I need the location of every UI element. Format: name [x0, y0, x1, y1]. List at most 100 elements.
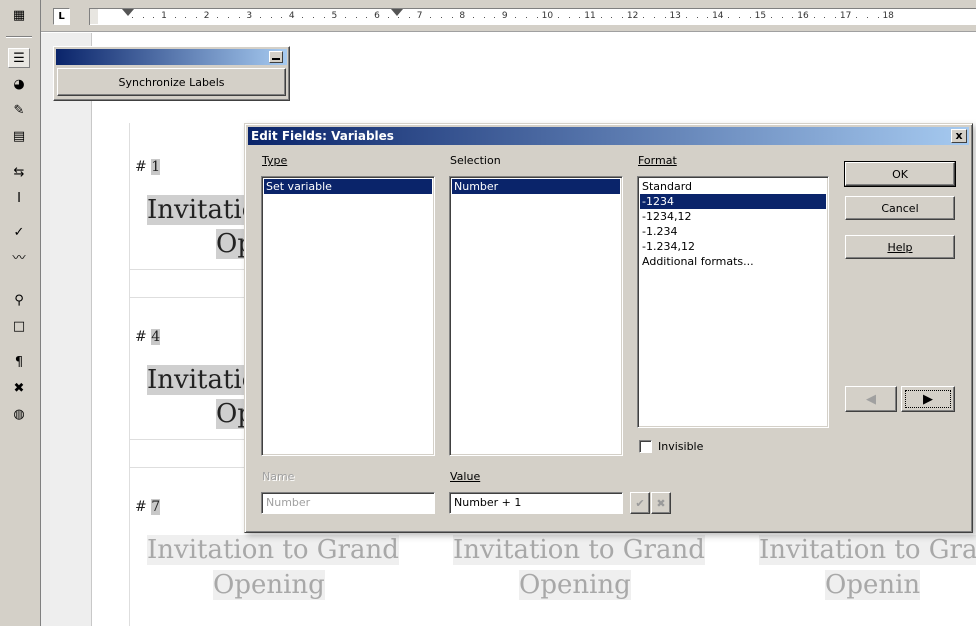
list-item[interactable]: Set variable [264, 179, 432, 194]
text-cursor-icon-2[interactable]: Ⅰ [8, 188, 30, 208]
ruler-tick [621, 17, 623, 18]
ruler-tick [515, 17, 517, 18]
list-item[interactable]: Standard [640, 179, 826, 194]
ruler-tick [685, 17, 687, 18]
list-item[interactable]: Additional formats... [640, 254, 826, 269]
faded-label-line1: Invitation to Grand [453, 535, 705, 565]
find-replace-icon[interactable]: ⚲ [8, 290, 30, 310]
ruler-tick [185, 17, 187, 18]
ruler-number: 3 [246, 11, 253, 21]
ruler-tick [440, 17, 442, 18]
list-item[interactable]: -1234 [640, 194, 826, 209]
ruler-tick [323, 17, 325, 18]
online-layout-icon[interactable]: □ [8, 316, 30, 336]
ruler-tick [195, 17, 197, 18]
selection-listbox[interactable]: Number [449, 176, 623, 456]
label-heading-line1: Invitatio [147, 365, 258, 395]
faded-label-line1: Invitation to Grand [147, 535, 399, 565]
horizontal-ruler[interactable]: 1 2 3 4 5 6 7 8 9 10 11 12 13 14 15 16 17 18 [89, 8, 976, 25]
right-indent-marker[interactable] [391, 9, 403, 16]
ruler-tick [866, 17, 868, 18]
ruler-tick [536, 17, 538, 18]
value-field[interactable]: Number + 1 [449, 492, 623, 514]
ruler-tick [558, 17, 560, 18]
ruler-number: 8 [459, 11, 466, 21]
ruler-tick [834, 17, 836, 18]
autospellcheck-icon[interactable]: 〰 [8, 248, 30, 268]
ruler-tick [856, 17, 858, 18]
ruler-tick [217, 17, 219, 18]
insert-fields-icon[interactable]: ☰ [8, 48, 30, 68]
ruler-tick [600, 17, 602, 18]
label-number: # 7 [135, 499, 161, 515]
ruler-tick [302, 17, 304, 18]
ruler-tick [270, 17, 272, 18]
help-button[interactable]: Help [845, 235, 955, 259]
ruler-tick [430, 17, 432, 18]
ruler-tick [771, 17, 773, 18]
list-item[interactable]: -1234,12 [640, 209, 826, 224]
spellcheck-icon[interactable]: ✓ [8, 222, 30, 242]
ruler-tick [238, 17, 240, 18]
name-field[interactable]: Number [261, 492, 435, 514]
ok-button[interactable]: OK [844, 161, 956, 187]
insert-table-icon[interactable]: ▦ [8, 5, 30, 25]
ruler-tick [227, 17, 229, 18]
type-listbox[interactable]: Set variable [261, 176, 435, 456]
ruler-bar: L 1 2 3 4 5 6 7 8 9 10 11 12 13 14 15 16 17 18 [41, 0, 976, 32]
ruler-tick [579, 17, 581, 18]
ruler-tick [153, 17, 155, 18]
value-label: Value [450, 470, 481, 483]
ruler-tick [813, 17, 815, 18]
synchronize-labels-button[interactable]: Synchronize Labels [57, 68, 286, 96]
ruler-tick [281, 17, 283, 18]
next-arrow-icon[interactable]: ▶ [901, 386, 955, 412]
ruler-number: 12 [626, 11, 639, 21]
cancel-button[interactable]: Cancel [845, 196, 955, 220]
graphics-off-icon[interactable]: ✖ [8, 378, 30, 398]
ruler-tick [728, 17, 730, 18]
minimize-icon[interactable] [269, 51, 283, 63]
invisible-label[interactable]: Invisible [658, 440, 703, 453]
insert-object-icon[interactable]: ◕ [8, 74, 30, 94]
ruler-tick [749, 17, 751, 18]
edit-fields-dialog: Edit Fields: Variables x Type Set variab… [244, 123, 973, 533]
ruler-tick [366, 17, 368, 18]
ruler-tick [398, 17, 400, 18]
ruler-left-margin [90, 9, 98, 24]
tab-stop-selector[interactable]: L [53, 8, 70, 25]
ruler-tick [313, 17, 315, 18]
list-item[interactable]: Number [452, 179, 620, 194]
dialog-title: Edit Fields: Variables [251, 129, 394, 143]
cancel-x-icon[interactable]: ✖ [651, 492, 671, 514]
close-icon[interactable]: x [951, 129, 967, 143]
edit-autotext-icon[interactable]: ▤ [8, 126, 30, 146]
dialog-titlebar[interactable]: Edit Fields: Variables x [248, 127, 969, 145]
ruler-tick [132, 17, 134, 18]
synchronize-toolbar: Synchronize Labels [53, 46, 290, 101]
invisible-checkbox[interactable] [639, 440, 652, 453]
apply-check-icon[interactable]: ✔ [630, 492, 650, 514]
ruler-tick [526, 17, 528, 18]
format-listbox[interactable]: Standard -1234 -1234,12 -1.234 -1.234,12… [637, 176, 829, 428]
ruler-tick [877, 17, 879, 18]
ruler-tick [792, 17, 794, 18]
faded-label-line2: Opening [213, 570, 325, 600]
left-indent-marker[interactable] [122, 9, 134, 16]
list-item[interactable]: -1.234 [640, 224, 826, 239]
ruler-number: 5 [331, 11, 338, 21]
ruler-number: 2 [203, 11, 210, 21]
web-layout-icon[interactable]: ◍ [8, 404, 30, 424]
draw-functions-icon[interactable]: ✎ [8, 100, 30, 120]
nonprinting-chars-icon[interactable]: ¶ [8, 352, 30, 372]
ruler-tick [611, 17, 613, 18]
page-shadow [41, 33, 91, 626]
list-item[interactable]: -1.234,12 [640, 239, 826, 254]
ruler-tick [345, 17, 347, 18]
main-toolbar: ▦ ☰ ◕ ✎ ▤ ⇆ Ⅰ ✓ 〰 ⚲ □ ¶ ✖ ◍ [0, 0, 41, 626]
previous-arrow-icon[interactable]: ◀ [845, 386, 897, 412]
ruler-tick [142, 17, 144, 18]
text-cursor-icon[interactable]: ⇆ [8, 162, 30, 182]
name-label: Name [262, 470, 295, 483]
synchronize-toolbar-titlebar[interactable] [56, 49, 287, 65]
